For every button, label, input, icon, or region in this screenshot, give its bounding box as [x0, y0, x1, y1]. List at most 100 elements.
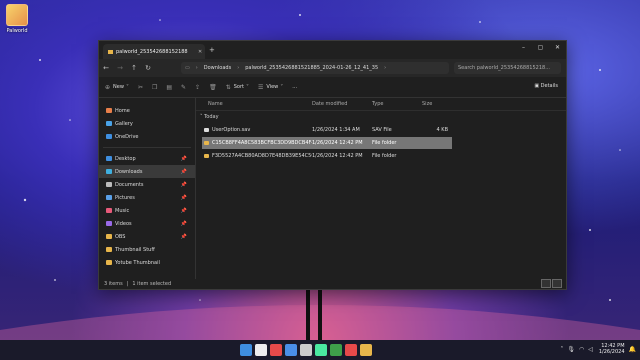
tiles-view-icon[interactable] — [552, 279, 562, 288]
app-icon[interactable] — [315, 344, 327, 356]
sidebar-item-home[interactable]: Home — [99, 104, 195, 117]
pictures-icon — [106, 195, 112, 200]
chrome-icon[interactable] — [270, 344, 282, 356]
sidebar-item-downloads[interactable]: Downloads 📌 — [99, 165, 195, 178]
column-name[interactable]: Name — [208, 101, 223, 107]
minimize-button[interactable]: – — [515, 41, 532, 55]
sort-icon: ⇅ — [225, 83, 231, 91]
wifi-icon[interactable]: ◠ — [579, 346, 584, 353]
thumbnail-stuff-icon — [106, 247, 112, 252]
pin-icon: 📌 — [180, 168, 187, 175]
sidebar-item-label: Videos — [115, 220, 132, 227]
sidebar-divider — [103, 147, 191, 148]
maximize-button[interactable]: ▢ — [532, 41, 549, 55]
table-row[interactable]: F3D5527A4CB80AD8D7E48DB39E54C503 1/26/202… — [202, 150, 452, 162]
content-area: Home Gallery OneDrive Desktop 📌 Downloads 📌 Doc… — [99, 98, 566, 279]
details-view-icon[interactable] — [541, 279, 551, 288]
obs-icon — [106, 234, 112, 239]
start-icon[interactable] — [240, 344, 252, 356]
sidebar-item-gallery[interactable]: Gallery — [99, 117, 195, 130]
view-button[interactable]: ☰ View ˅ — [258, 84, 286, 91]
new-label: New — [113, 84, 124, 90]
refresh-icon[interactable]: ↻ — [141, 64, 155, 72]
sidebar-item-onedrive[interactable]: OneDrive — [99, 130, 195, 143]
more-button[interactable]: ... — [292, 84, 297, 90]
new-tab-button[interactable]: + — [209, 46, 215, 54]
taskbar-apps — [240, 344, 375, 356]
file-explorer-icon[interactable] — [360, 344, 372, 356]
breadcrumb-downloads[interactable]: Downloads — [204, 65, 231, 71]
sidebar-item-label: Downloads — [115, 168, 143, 175]
sidebar-item-obs[interactable]: OBS 📌 — [99, 230, 195, 243]
sidebar-item-thumbnail-stuff[interactable]: Thumbnail Stuff — [99, 243, 195, 256]
up-icon[interactable]: ↑ — [127, 64, 141, 72]
view-label: View — [266, 84, 279, 90]
column-size[interactable]: Size — [422, 101, 432, 107]
trash-icon: 🗑 — [209, 83, 217, 91]
pc-icon: ▭ — [185, 65, 190, 71]
folder-icon — [204, 141, 209, 145]
chevron-up-icon[interactable]: ˄ — [560, 346, 563, 353]
address-bar-row: ← → ↑ ↻ ▭ › Downloads › palworld_2535426… — [99, 59, 566, 77]
xbox-icon[interactable] — [330, 344, 342, 356]
column-date-modified[interactable]: Date modified — [312, 101, 347, 107]
close-tab-icon[interactable]: ✕ — [198, 49, 202, 55]
chevron-right-icon: › — [237, 65, 240, 71]
item-count: 3 items — [104, 281, 123, 287]
status-divider: | — [126, 281, 129, 287]
cut-button[interactable]: ✂ — [138, 84, 146, 91]
browser-icon[interactable] — [285, 344, 297, 356]
rename-button[interactable]: ✎ — [181, 84, 189, 91]
cell-size: 4 KB — [436, 127, 448, 133]
sidebar-item-videos[interactable]: Videos 📌 — [99, 217, 195, 230]
sidebar-item-yotube-thumbnail[interactable]: Yotube Thumbnail — [99, 256, 195, 269]
sidebar-item-label: Pictures — [115, 194, 135, 201]
view-icon: ☰ — [258, 83, 264, 91]
microphone-icon[interactable]: 🎙 — [567, 346, 575, 353]
command-bar: ⊕ New ˅ ✂ ❐ ▤ ✎ ⇪ 🗑 ⇅ Sort ˅ ☰ View ˅ ... ▣ De… — [99, 77, 566, 98]
paste-button[interactable]: ▤ — [166, 84, 175, 91]
share-button[interactable]: ⇪ — [195, 84, 203, 91]
column-type[interactable]: Type — [372, 101, 383, 107]
tab-palworld[interactable]: palworld_253542688152188 ✕ — [103, 44, 205, 59]
new-button[interactable]: ⊕ New ˅ — [105, 84, 132, 91]
yotube-thumbnail-icon — [106, 260, 112, 265]
volume-icon[interactable]: ◁ — [588, 346, 593, 353]
sort-button[interactable]: ⇅ Sort ˅ — [226, 84, 252, 91]
breadcrumb-folder[interactable]: palworld_2535426881521885_2024-01-26_12_… — [245, 65, 378, 71]
more-label: ... — [292, 84, 298, 90]
sidebar-item-label: OneDrive — [115, 133, 139, 140]
pin-icon: 📌 — [180, 181, 187, 188]
navigation-pane: Home Gallery OneDrive Desktop 📌 Downloads 📌 Doc… — [99, 98, 196, 279]
sidebar-item-pictures[interactable]: Pictures 📌 — [99, 191, 195, 204]
delete-button[interactable]: 🗑 — [209, 84, 220, 91]
music-icon — [106, 208, 112, 213]
back-icon[interactable]: ← — [99, 64, 113, 72]
forward-icon[interactable]: → — [113, 64, 127, 72]
cell-date: 1/26/2024 12:42 PM — [312, 140, 363, 146]
desktop-icon-palworld[interactable]: Palworld — [4, 4, 30, 34]
paste-icon: ▤ — [166, 83, 173, 91]
details-button[interactable]: ▣ Details — [534, 83, 558, 89]
cell-date: 1/26/2024 12:42 PM — [312, 153, 363, 159]
breadcrumb[interactable]: ▭ › Downloads › palworld_253542688152188… — [181, 62, 449, 74]
search-input[interactable]: Search palworld_25354268815218... — [454, 62, 561, 74]
table-row[interactable]: C15CB8FF4A8C583BCFBC3DD9BDCB4F485 1/26/20… — [202, 137, 452, 149]
close-button[interactable]: ✕ — [549, 41, 566, 55]
sidebar-item-music[interactable]: Music 📌 — [99, 204, 195, 217]
share-icon: ⇪ — [195, 83, 201, 91]
copy-button[interactable]: ❐ — [152, 84, 160, 91]
group-header-today[interactable]: ˅ Today — [200, 114, 219, 120]
plus-icon: ⊕ — [105, 83, 111, 91]
steam-icon[interactable] — [300, 344, 312, 356]
search-icon[interactable] — [255, 344, 267, 356]
table-row[interactable]: UserOption.sav 1/26/2024 1:34 AM SAV File 4… — [202, 124, 452, 136]
cell-date: 1/26/2024 1:34 AM — [312, 127, 360, 133]
cell-type: File folder — [372, 140, 397, 146]
videos-icon — [106, 221, 112, 226]
sidebar-item-documents[interactable]: Documents 📌 — [99, 178, 195, 191]
clock[interactable]: 12:42 PM 1/26/2024 — [599, 343, 625, 355]
app-icon[interactable] — [345, 344, 357, 356]
notification-icon[interactable]: 🔔 — [629, 346, 636, 353]
sidebar-item-desktop[interactable]: Desktop 📌 — [99, 152, 195, 165]
